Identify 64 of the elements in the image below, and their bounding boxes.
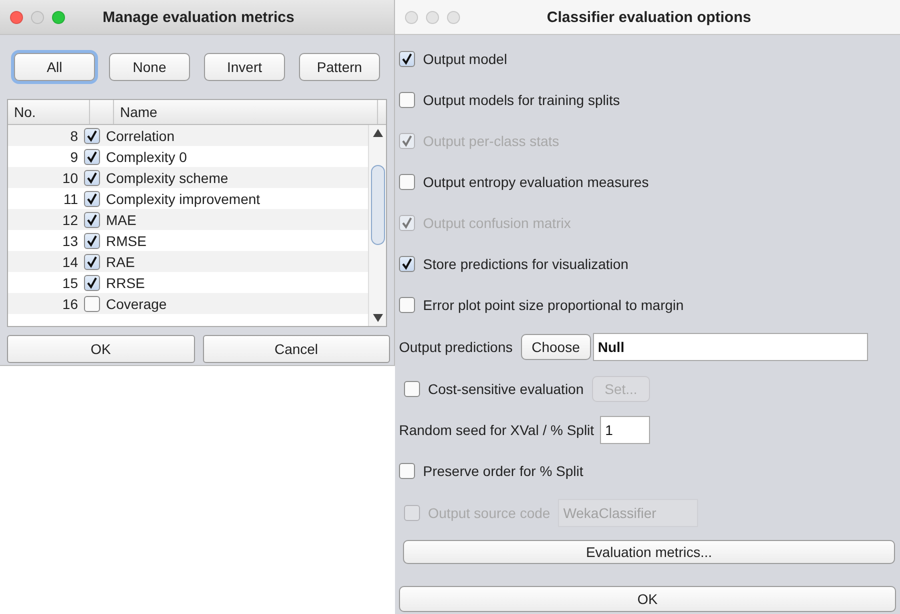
checkbox[interactable] xyxy=(399,256,415,272)
checkbox[interactable] xyxy=(399,296,415,312)
checkbox[interactable] xyxy=(84,148,100,164)
row-number: 16 xyxy=(61,296,79,312)
ok-button[interactable]: OK xyxy=(399,586,896,612)
row-number: 14 xyxy=(61,254,79,270)
option-label: Preserve order for % Split xyxy=(423,462,584,478)
checkbox[interactable] xyxy=(84,232,100,248)
metrics-button[interactable]: Evaluation metrics... xyxy=(403,540,895,564)
dialog-button[interactable]: Cancel xyxy=(202,335,390,363)
select-button[interactable]: None xyxy=(109,53,190,81)
checkbox[interactable] xyxy=(84,254,100,270)
row-number: 8 xyxy=(69,128,79,144)
row-number: 13 xyxy=(61,232,79,248)
checkbox[interactable] xyxy=(84,170,100,186)
row-number: 9 xyxy=(69,148,79,164)
select-button[interactable]: Invert xyxy=(204,53,285,81)
dialog-button[interactable]: OK xyxy=(7,335,194,363)
choose-button[interactable]: Choose xyxy=(520,334,591,360)
metric-name: RMSE xyxy=(105,232,146,248)
option-label: Output model xyxy=(423,50,508,66)
checkbox[interactable] xyxy=(399,174,415,190)
metric-name: Correlation xyxy=(105,128,174,144)
window-title: Classifier evaluation options xyxy=(546,8,752,26)
metric-name: Coverage xyxy=(105,296,167,312)
metric-name: RAE xyxy=(105,254,135,270)
checkbox[interactable] xyxy=(84,212,100,228)
metric-name: RRSE xyxy=(105,274,145,290)
row-number: 15 xyxy=(61,274,79,290)
option-label: Random seed for XVal / % Split xyxy=(399,422,594,438)
row-number: 10 xyxy=(61,170,79,186)
checkbox[interactable] xyxy=(84,128,100,144)
scroll-up-icon[interactable] xyxy=(372,129,382,137)
option-label: Error plot point size proportional to margin xyxy=(423,296,684,312)
option-label: Cost-sensitive evaluation xyxy=(428,380,584,396)
metric-name: Complexity 0 xyxy=(105,148,187,164)
option-label: Output entropy evaluation measures xyxy=(423,174,649,190)
scroll-down-icon[interactable] xyxy=(372,314,382,322)
option-label: Output models for training splits xyxy=(423,92,620,108)
checkbox[interactable] xyxy=(84,274,100,290)
scrollbar[interactable] xyxy=(368,125,386,326)
close-button[interactable] xyxy=(10,10,23,24)
predictions-field[interactable]: Null xyxy=(592,332,868,360)
seed-field[interactable]: 1 xyxy=(600,416,650,444)
checkbox[interactable] xyxy=(399,50,415,66)
row-number: 11 xyxy=(62,190,79,206)
checkbox[interactable] xyxy=(399,92,415,108)
metric-name: Complexity improvement xyxy=(105,190,260,206)
select-button[interactable]: All xyxy=(14,53,95,81)
select-button[interactable]: Pattern xyxy=(299,53,380,81)
checkbox[interactable] xyxy=(404,380,420,396)
metric-name: MAE xyxy=(105,212,136,228)
scroll-thumb[interactable] xyxy=(371,165,385,245)
column-header[interactable]: Name xyxy=(114,100,378,124)
window-title: Manage evaluation metrics xyxy=(102,8,296,26)
checkbox[interactable] xyxy=(399,462,415,478)
checkbox[interactable] xyxy=(84,190,100,206)
column-header[interactable]: No. xyxy=(8,100,90,124)
metric-name: Complexity scheme xyxy=(105,170,228,186)
zoom-button[interactable] xyxy=(52,10,65,24)
checkbox[interactable] xyxy=(84,296,100,312)
row-number: 12 xyxy=(61,212,79,228)
option-label: Output predictions xyxy=(399,338,513,354)
option-label: Store predictions for visualization xyxy=(423,256,628,272)
